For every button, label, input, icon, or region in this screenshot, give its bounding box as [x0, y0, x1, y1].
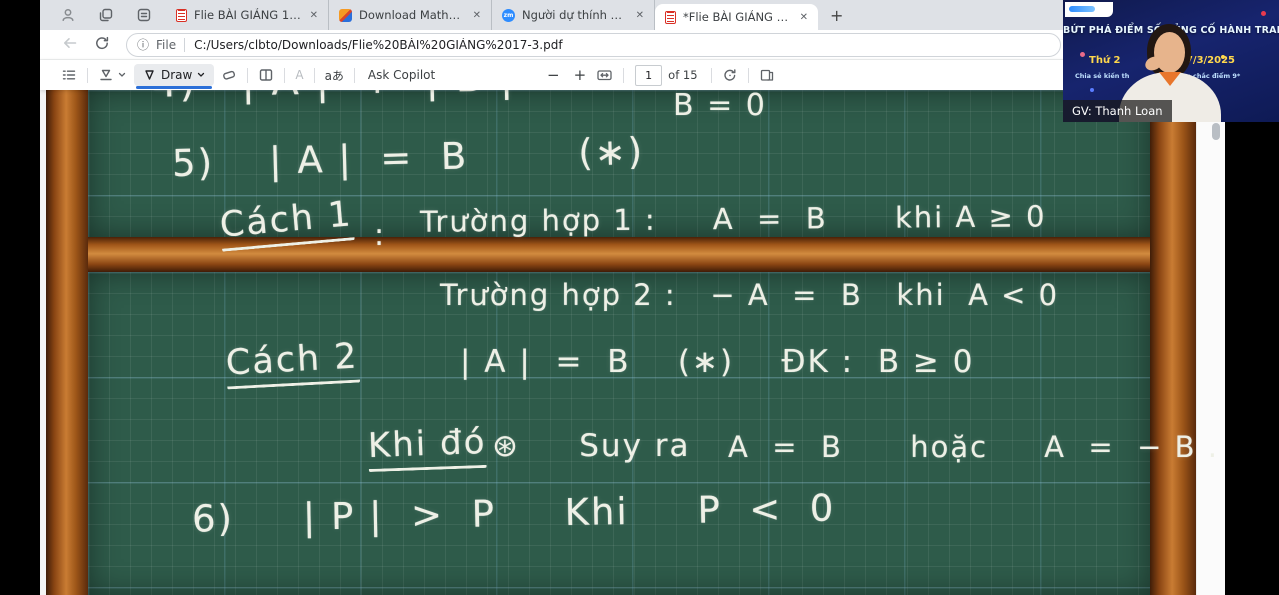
tab-zoom[interactable]: zm Người dự thính Sau - Zoom ✕ [492, 0, 655, 30]
address-bar: ⓘ File C:/Users/clbto/Downloads/Flie%20B… [40, 30, 1225, 60]
url-field[interactable]: ⓘ File C:/Users/clbto/Downloads/Flie%20B… [126, 33, 1061, 57]
refresh-icon[interactable] [94, 35, 110, 55]
zoom-in-button[interactable]: + [567, 66, 594, 84]
chalk-cach1-colon: : [374, 218, 386, 253]
eraser-tool-button[interactable] [218, 67, 240, 83]
active-tool-indicator [136, 86, 212, 89]
new-tab-button[interactable]: + [830, 6, 843, 25]
pdf-favicon [176, 9, 187, 22]
chalk-line1-right: B = 0 [673, 90, 767, 123]
tab-title: Flie BÀI GIẢNG 17-3.pdf [194, 8, 302, 22]
banner-subtext-left: Chia sẻ kiến th [1075, 72, 1129, 80]
page-view-icon[interactable] [255, 67, 277, 83]
scrollbar-track[interactable] [1196, 90, 1225, 595]
tab-pdf-1[interactable]: Flie BÀI GIẢNG 17-3.pdf ✕ [166, 0, 329, 30]
zoom-out-button[interactable]: − [540, 66, 567, 84]
browser-window: Flie BÀI GIẢNG 17-3.pdf ✕ Download MathT… [40, 0, 1225, 595]
pdf-toolbar: Draw A aあ Ask Copilot − + 1 of 15 [40, 60, 1225, 90]
chalkboard-frame-right [1150, 90, 1196, 595]
chalk-cach2-label: Cách 2 [225, 337, 360, 390]
presenter-name-caption: GV: Thanh Loan [1063, 100, 1172, 122]
rotate-icon[interactable] [719, 67, 741, 83]
back-icon[interactable] [62, 35, 78, 55]
zoom-video-overlay[interactable]: BỨT PHÁ ĐIỂM SỐ CỦNG CỐ HÀNH TRANG Thứ 2… [1063, 0, 1279, 122]
decor-dot [1261, 11, 1266, 16]
table-of-contents-icon[interactable] [58, 67, 80, 83]
close-tab-icon[interactable]: ✕ [796, 10, 812, 25]
page-count-label: of 15 [668, 68, 697, 82]
screen: Flie BÀI GIẢNG 17-3.pdf ✕ Download MathT… [0, 0, 1279, 595]
chalkboard-wood-beam [46, 237, 1196, 272]
banner-date-day: Thứ 2 [1089, 55, 1121, 66]
translate-button[interactable]: aあ [322, 67, 347, 84]
fit-to-width-icon[interactable] [593, 67, 616, 83]
draw-tool-button[interactable]: Draw [134, 64, 214, 86]
ask-copilot-button[interactable]: Ask Copilot [368, 68, 435, 82]
workspaces-icon[interactable] [98, 7, 114, 23]
close-tab-icon[interactable]: ✕ [632, 8, 648, 23]
highlighter-tool-button[interactable] [95, 67, 130, 83]
tab-title: *Flie BÀI GIẢNG 17-3.pdf [683, 10, 792, 24]
chalk-line5: | A | = B (∗) ĐK : B ≥ 0 [460, 344, 975, 380]
read-aloud-button[interactable]: A [292, 68, 306, 82]
draw-label: Draw [161, 68, 192, 82]
chalkboard-frame-left [46, 90, 88, 595]
chalk-line6-eq: A = B hoặc A = − B . [728, 430, 1219, 464]
chalk-line3: Trường hợp 1 : A = B khi A ≥ 0 [420, 199, 1047, 238]
draw-pen-icon [142, 68, 157, 83]
tab-title: Người dự thính Sau - Zoom [522, 8, 628, 22]
tab-title: Download MathType for W [359, 8, 465, 22]
decor-dot [1080, 52, 1085, 57]
profile-icon[interactable] [60, 7, 76, 23]
zoom-favicon: zm [502, 9, 515, 22]
close-tab-icon[interactable]: ✕ [469, 8, 485, 23]
tab-pdf-active[interactable]: *Flie BÀI GIẢNG 17-3.pdf ✕ [655, 4, 818, 30]
close-tab-icon[interactable]: ✕ [306, 8, 322, 23]
divider [184, 38, 185, 52]
page-info-icon[interactable]: ⓘ [137, 36, 149, 53]
page-layout-icon[interactable] [756, 67, 778, 83]
chevron-down-icon [196, 70, 206, 80]
tab-actions-icon[interactable] [136, 7, 152, 23]
tab-mathtype[interactable]: Download MathType for W ✕ [329, 0, 492, 30]
presenter-collar [1159, 72, 1181, 86]
chalk-khido-label: Khi đó [367, 422, 487, 472]
mathtype-favicon [339, 9, 352, 22]
pdf-favicon [665, 11, 676, 24]
scrollbar-thumb[interactable] [1212, 123, 1220, 140]
page-margin [40, 90, 46, 595]
decor-dot [1090, 88, 1094, 92]
file-scheme-label: File [156, 38, 176, 52]
zoom-page-controls: − + 1 of 15 [540, 60, 778, 90]
brand-logo [1065, 2, 1113, 17]
url-text: C:/Users/clbto/Downloads/Flie%20BÀI%20GI… [194, 38, 562, 52]
chalk-line4: Trường hợp 2 : − A = B khi A < 0 [440, 278, 1059, 312]
chalk-line6-star: ⊛ Suy ra [492, 428, 691, 464]
pdf-content-area[interactable]: 4) | A | + | B | ⟺ B = 0 5) | A | = B (∗… [40, 90, 1225, 595]
tab-strip: Flie BÀI GIẢNG 17-3.pdf ✕ Download MathT… [40, 0, 1225, 30]
page-number-input[interactable]: 1 [635, 65, 662, 86]
chevron-down-icon [117, 70, 127, 80]
